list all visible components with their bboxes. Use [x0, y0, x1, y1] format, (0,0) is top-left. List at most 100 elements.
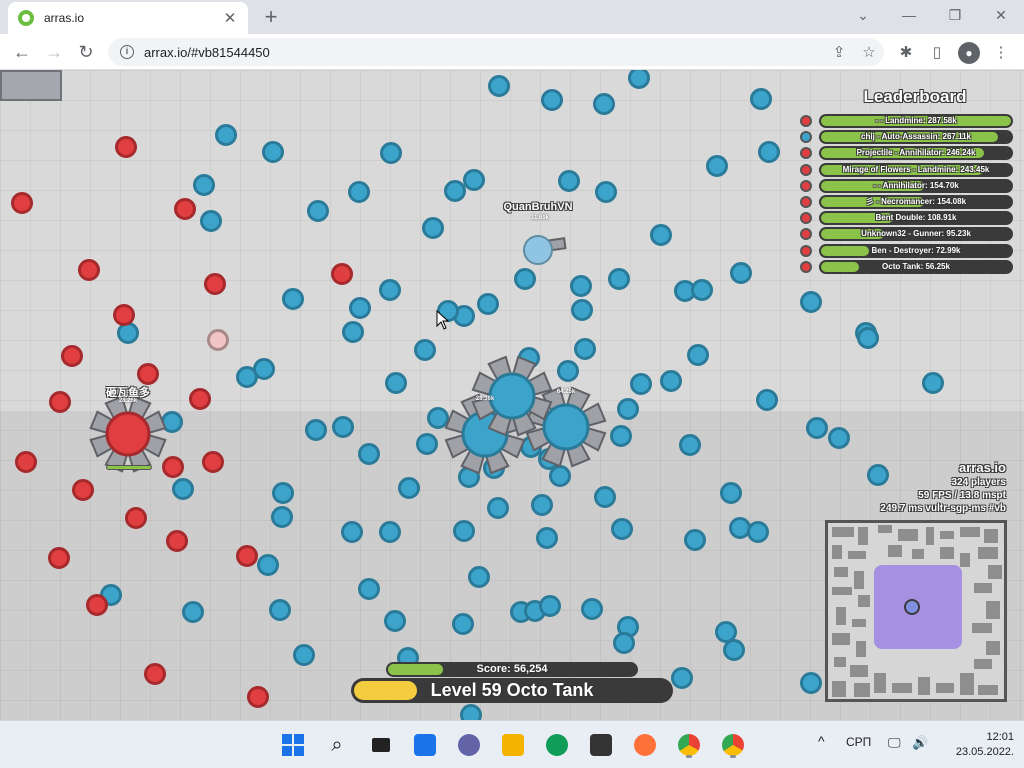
- share-icon[interactable]: ⇪: [824, 43, 854, 61]
- minimap-wall-block: [856, 641, 866, 657]
- file-explorer-icon[interactable]: [497, 729, 529, 761]
- minimap-wall-block: [854, 571, 864, 589]
- extensions-icon[interactable]: ✱: [895, 42, 917, 64]
- browser-tab[interactable]: arras.io ✕: [8, 2, 248, 34]
- minimap-wall-block: [940, 547, 954, 559]
- chrome-icon[interactable]: [673, 729, 705, 761]
- minimap-wall-block: [874, 673, 886, 693]
- leaderboard-entry-label: Octo Tank: 56.25k: [882, 261, 950, 271]
- minimap-wall-block: [832, 633, 850, 645]
- leaderboard-entry: 彡 - Necromancer: 154.08k: [800, 195, 1014, 209]
- leaderboard-entry: Projectile - Annihilator: 246.24k: [800, 146, 1014, 161]
- minimap-wall-block: [892, 683, 912, 693]
- start-windows-icon[interactable]: [277, 729, 309, 761]
- minimize-button[interactable]: —: [894, 4, 924, 26]
- minimap-wall-block: [888, 545, 902, 557]
- teams-chat-icon[interactable]: [453, 729, 485, 761]
- mouse-cursor-icon: [436, 310, 450, 330]
- address-bar[interactable]: i arrax.io/#vb81544450 ⇪ ☆: [108, 38, 884, 66]
- tank-body: [105, 411, 151, 457]
- chrome-icon-2[interactable]: [717, 729, 749, 761]
- leaderboard-entry: chij - Auto-Assassin: 267.11k: [800, 130, 1014, 145]
- level-label: Level 59 Octo Tank: [430, 680, 594, 700]
- minimap-wall-block: [850, 665, 868, 677]
- side-panel-icon[interactable]: ▯: [926, 42, 948, 64]
- player-score-red: 28.26k: [118, 398, 138, 404]
- url-text[interactable]: arrax.io/#vb81544450: [144, 45, 824, 60]
- edge-browser-icon[interactable]: [541, 729, 573, 761]
- leaderboard-entry-label: chij - Auto-Assassin: 267.11k: [861, 132, 971, 142]
- minimap-wall-block: [984, 529, 998, 543]
- leaderboard-title: Leaderboard: [863, 87, 967, 106]
- tank-class-icon: [800, 260, 812, 273]
- site-info-icon[interactable]: i: [120, 45, 134, 59]
- minimap-wall-block: [960, 673, 974, 695]
- profile-avatar-icon[interactable]: ●: [958, 42, 980, 64]
- minimap-wall-block: [974, 583, 992, 593]
- leaderboard-entry: Bent Double: 108.91k: [800, 211, 1014, 226]
- tank-class-icon: [800, 131, 812, 144]
- bookmark-star-icon[interactable]: ☆: [854, 43, 884, 61]
- minimap-wall-block: [878, 525, 892, 533]
- quanbruh-tank[interactable]: [523, 235, 567, 265]
- volume-icon[interactable]: 🔊: [912, 735, 928, 751]
- new-tab-button[interactable]: +: [258, 4, 284, 30]
- leaderboard-entry-label: 彡 - Necromancer: 154.08k: [865, 197, 967, 206]
- restore-button[interactable]: ❐: [940, 4, 970, 26]
- store-icon[interactable]: [585, 729, 617, 761]
- player-score-blue-2: 64.25k: [556, 389, 576, 395]
- menu-kebab-icon[interactable]: ⋮: [990, 42, 1012, 64]
- game-brand: arras.io: [959, 460, 1006, 475]
- player-score-blue-1: 28.36k: [475, 396, 495, 402]
- tank-class-icon: [800, 147, 812, 160]
- browser-toolbar: ← → ↻ i arrax.io/#vb81544450 ⇪ ☆ ✱ ▯ ● ⋮: [0, 34, 1024, 70]
- leaderboard-entry-label: - - Landmine: 287.58k: [875, 116, 957, 125]
- player-name-quanbruh: QuanBruhVN: [503, 201, 573, 213]
- player-score-quanbruh: 11.69k: [530, 215, 550, 221]
- search-icon[interactable]: ⌕: [321, 729, 353, 761]
- minimap-wall-block: [832, 681, 846, 697]
- tank-class-icon: [800, 179, 812, 192]
- language-indicator[interactable]: СРП: [846, 735, 871, 749]
- minimap-wall-block: [848, 551, 866, 559]
- minimap-wall-block: [832, 545, 842, 559]
- minimap-wall-block: [960, 527, 980, 537]
- minimap-wall-block: [986, 601, 1000, 619]
- leaderboard-entry: Unknown32 - Gunner: 95.23k: [800, 227, 1014, 242]
- tray-overflow-icon[interactable]: ^: [818, 733, 825, 749]
- tank-class-icon: [800, 244, 812, 257]
- minimap-wall-block: [960, 553, 970, 567]
- leaderboard-entry-label: Projectile - Annihilator: 246.24k: [856, 148, 976, 158]
- minimap-wall-block: [912, 549, 924, 559]
- tank-class-icon: [800, 163, 812, 176]
- tank-body: [542, 403, 590, 451]
- tab-search-icon[interactable]: ⌄: [848, 4, 878, 26]
- arras-favicon-icon: [18, 10, 34, 26]
- clock-time: 12:01: [986, 731, 1014, 743]
- back-arrow-icon[interactable]: ←: [10, 40, 34, 64]
- minimap-wall-block: [972, 623, 992, 633]
- tab-strip: arras.io ✕ + ⌄ — ❐ ✕: [0, 0, 1024, 34]
- red-tank-health-bar: [106, 465, 152, 470]
- red-octo-tank[interactable]: [89, 395, 167, 473]
- reload-icon[interactable]: ↻: [74, 40, 98, 64]
- tab-title: arras.io: [44, 11, 85, 25]
- forward-arrow-icon[interactable]: →: [42, 40, 66, 64]
- leaderboard-entry: - - Landmine: 287.58k: [800, 114, 1014, 128]
- leaderboard-entry-label: Bent Double: 108.91k: [875, 213, 957, 223]
- minimap-wall-block: [836, 607, 846, 625]
- leaderboard-entry-label: Unknown32 - Gunner: 95.23k: [861, 229, 971, 239]
- leaderboard-entry-label: - - Annihilator: 154.70k: [873, 180, 959, 190]
- task-view-icon[interactable]: [365, 729, 397, 761]
- clock-date: 23.05.2022.: [955, 746, 1014, 758]
- clock[interactable]: 12:01 23.05.2022.: [956, 730, 1014, 760]
- minimap-wall-block: [926, 527, 934, 545]
- network-icon[interactable]: 🖵: [888, 735, 901, 751]
- server-ping: 249.7 ms vultr-sgp-ms #vb: [880, 503, 1006, 514]
- firefox-icon[interactable]: [629, 729, 661, 761]
- close-window-button[interactable]: ✕: [986, 4, 1016, 26]
- tab-close-icon[interactable]: ✕: [222, 9, 238, 27]
- tank-class-icon: [800, 196, 812, 208]
- tank-class-icon: [800, 228, 812, 241]
- widgets-icon[interactable]: [409, 729, 441, 761]
